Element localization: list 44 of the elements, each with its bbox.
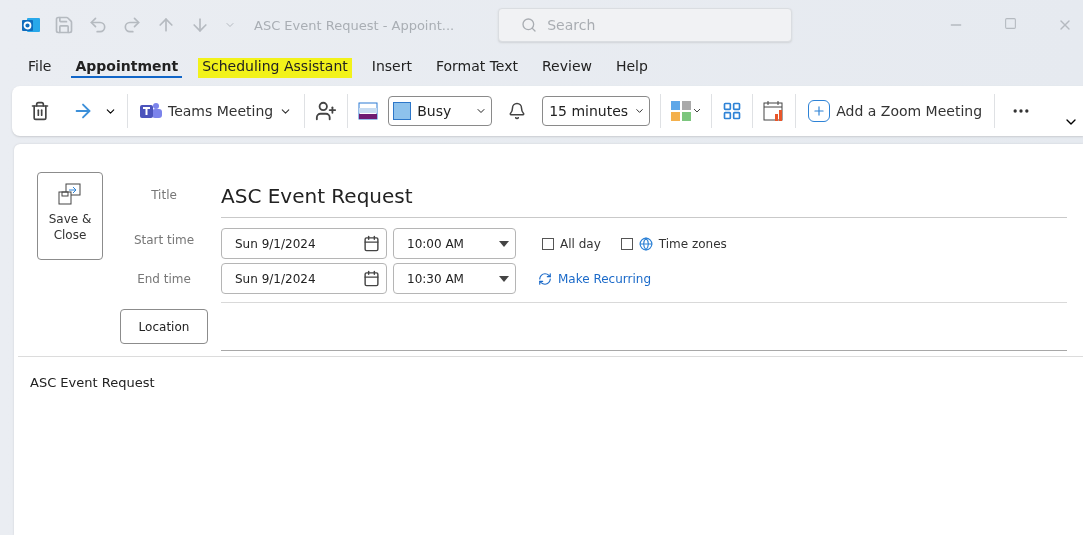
ribbon-tab[interactable]: Scheduling Assistant — [198, 58, 352, 78]
add-person-icon[interactable] — [315, 100, 338, 122]
categorize-icon[interactable] — [671, 101, 702, 121]
all-day-checkbox[interactable]: All day — [542, 236, 601, 251]
field-label: End time — [137, 271, 191, 286]
add-zoom-meeting-button[interactable]: Add a Zoom Meeting — [806, 98, 985, 124]
save-close-icon — [58, 183, 82, 205]
field-label: Title — [151, 188, 177, 202]
ribbon-tab[interactable]: File — [24, 58, 56, 78]
calendar-icon[interactable] — [363, 270, 380, 287]
body-text: ASC Event Request — [30, 375, 155, 390]
bell-icon[interactable] — [508, 102, 527, 120]
color-bars-icon[interactable] — [358, 102, 379, 120]
apps-grid-icon[interactable] — [722, 101, 743, 121]
dropdown-caret-icon — [499, 275, 509, 282]
calendar-icon[interactable] — [363, 235, 380, 252]
ribbon-tab[interactable]: Insert — [367, 58, 416, 78]
field-label: Start time — [133, 232, 195, 247]
location-button[interactable]: Location — [120, 309, 208, 344]
teams-meeting-button[interactable]: Teams Meeting — [138, 100, 295, 122]
dropdown-caret-icon — [499, 240, 509, 247]
ribbon-tab[interactable]: Format Text — [431, 58, 522, 78]
recurring-icon — [538, 271, 552, 286]
date-field[interactable]: Sun 9/1/2024 — [221, 263, 387, 294]
app-logo-icon — [22, 17, 40, 33]
ribbon-tab[interactable]: Review — [538, 58, 596, 78]
time-zones-checkbox[interactable]: Time zones — [620, 236, 727, 251]
title-field[interactable]: ASC Event Request — [221, 172, 1067, 218]
time-dropdown[interactable]: 10:00 AM — [393, 228, 516, 259]
plus-icon — [808, 100, 831, 122]
date-field[interactable]: Sun 9/1/2024 — [221, 228, 387, 259]
make-recurring-link[interactable]: Make Recurring — [538, 271, 652, 286]
ribbon-tab[interactable]: Appointment — [71, 58, 183, 78]
people-logo-icon — [140, 102, 162, 120]
time-dropdown[interactable]: 10:30 AM — [393, 263, 516, 294]
show-as-dropdown[interactable]: Busy — [388, 96, 493, 126]
save-close-button[interactable]: Save & Close — [37, 172, 103, 260]
calendar-chart-icon[interactable] — [763, 100, 786, 122]
delete-icon[interactable] — [30, 101, 50, 121]
search-icon — [521, 17, 538, 33]
reminder-dropdown[interactable]: 15 minutes — [542, 96, 651, 126]
ribbon-tab[interactable]: Help — [611, 58, 652, 78]
globe-icon — [638, 236, 653, 251]
window-title: ASC Event Request - Appoint... — [254, 17, 455, 33]
